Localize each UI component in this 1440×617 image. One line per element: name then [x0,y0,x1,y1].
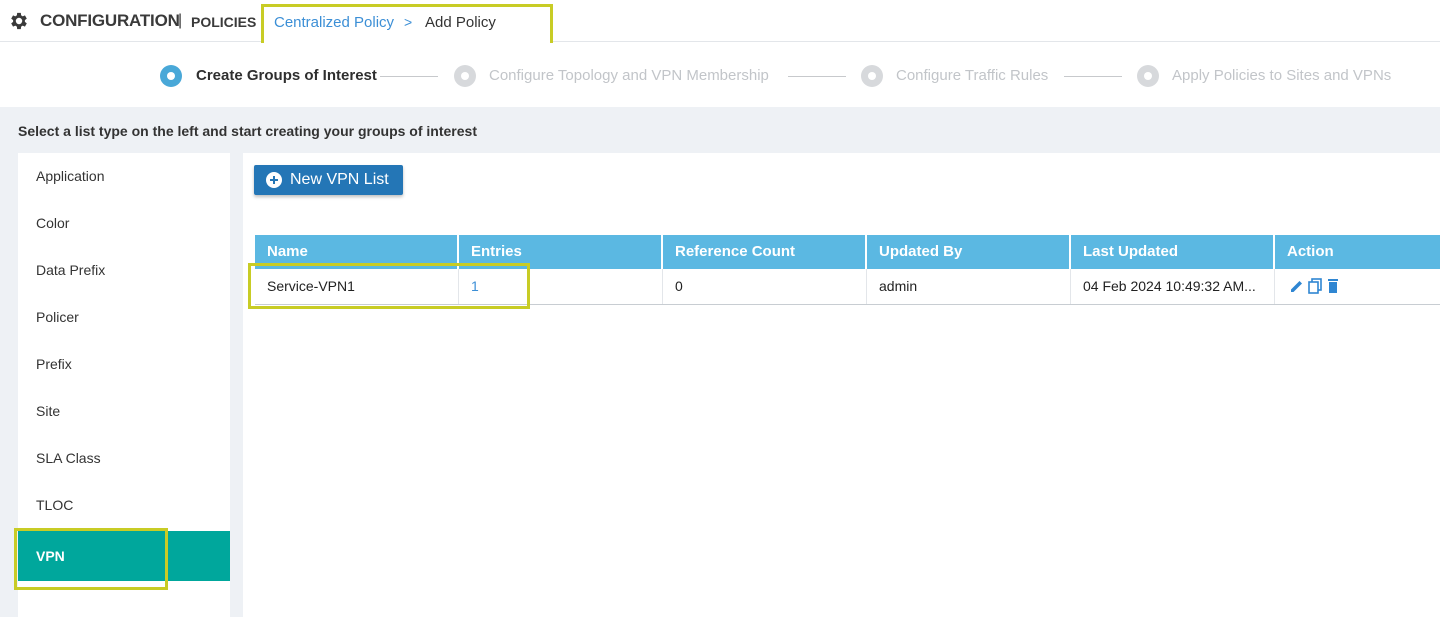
cell-last-updated: 04 Feb 2024 10:49:32 AM... [1071,269,1275,304]
content-area: Select a list type on the left and start… [0,107,1440,617]
page-subtitle: POLICIES [191,14,257,30]
column-header-last-updated[interactable]: Last Updated [1071,235,1275,269]
page-title: CONFIGURATION [40,11,180,30]
instruction-text: Select a list type on the left and start… [18,123,477,139]
wizard-steps: Create Groups of Interest Configure Topo… [0,43,1440,107]
cell-reference-count: 0 [663,269,867,304]
step-4-indicator-icon [1137,65,1159,87]
sidebar-item-application[interactable]: Application [18,153,230,200]
sidebar-item-sla-class[interactable]: SLA Class [18,435,230,482]
copy-icon[interactable] [1307,278,1323,294]
row-highlight [248,263,530,309]
sidebar-item-color[interactable]: Color [18,200,230,247]
plus-circle-icon [266,172,282,188]
step-1-indicator-icon [160,65,182,87]
step-4-label[interactable]: Apply Policies to Sites and VPNs [1172,67,1391,84]
cell-action [1275,269,1440,304]
step-1-label[interactable]: Create Groups of Interest [196,67,377,84]
sidebar-item-site[interactable]: Site [18,388,230,435]
gear-icon [11,12,27,30]
main-panel: New VPN List Name Entries Reference Coun… [243,153,1440,617]
breadcrumb-current: Add Policy [425,14,496,31]
column-header-updated-by[interactable]: Updated By [867,235,1071,269]
breadcrumb-separator: > [404,14,413,30]
step-3-label[interactable]: Configure Traffic Rules [896,67,1048,84]
vpn-highlight [14,528,168,590]
delete-icon[interactable] [1325,278,1341,294]
step-connector [788,76,846,77]
breadcrumb-link-centralized-policy[interactable]: Centralized Policy [274,14,394,31]
step-connector [380,76,438,77]
new-vpn-list-label: New VPN List [290,171,389,188]
edit-icon[interactable] [1289,278,1305,294]
new-vpn-list-button[interactable]: New VPN List [254,165,403,195]
sidebar-item-policer[interactable]: Policer [18,294,230,341]
title-separator: | [178,12,183,29]
cell-updated-by: admin [867,269,1071,304]
step-2-indicator-icon [454,65,476,87]
step-3-indicator-icon [861,65,883,87]
sidebar-item-data-prefix[interactable]: Data Prefix [18,247,230,294]
sidebar-item-tloc[interactable]: TLOC [18,482,230,529]
sidebar-item-prefix[interactable]: Prefix [18,341,230,388]
page-header: CONFIGURATION | POLICIES [0,0,1440,42]
step-connector [1064,76,1122,77]
step-2-label[interactable]: Configure Topology and VPN Membership [489,67,769,84]
column-header-action: Action [1287,243,1334,260]
column-header-reference-count[interactable]: Reference Count [663,235,867,269]
